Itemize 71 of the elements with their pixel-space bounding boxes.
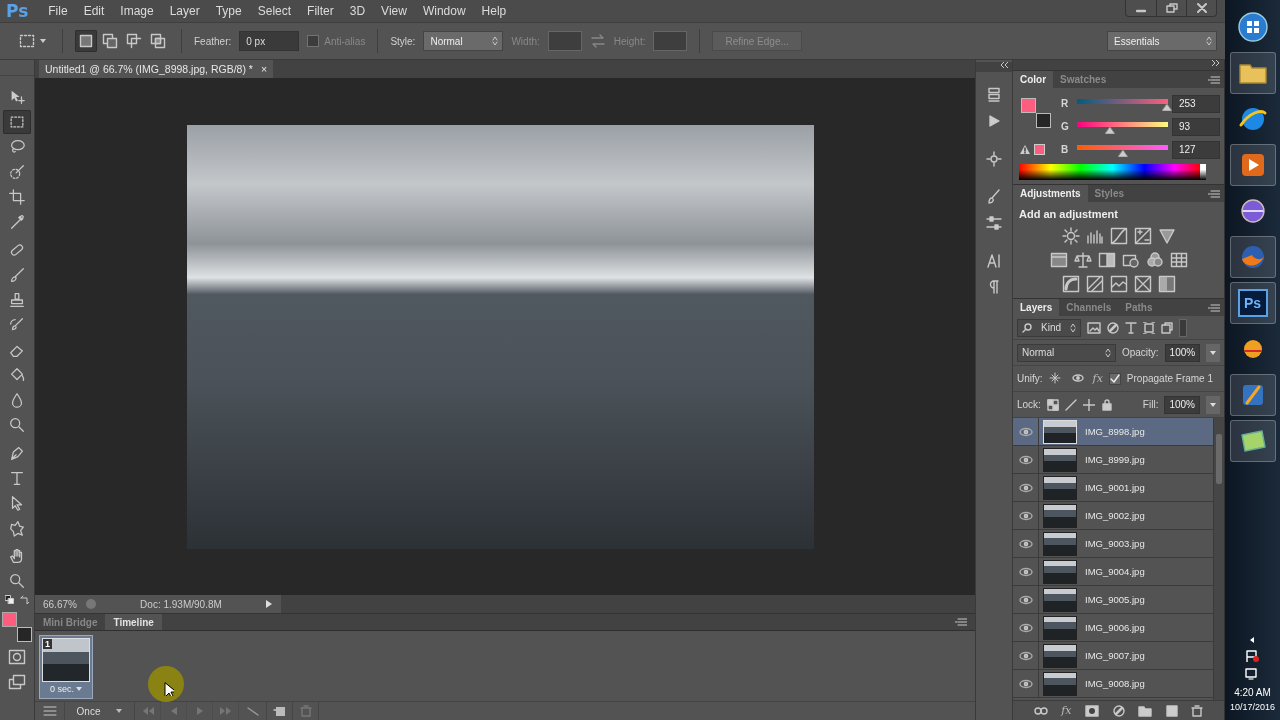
panel-heading: Add an adjustment	[1019, 208, 1119, 220]
layer-name: IMG_9003.jpg	[1085, 538, 1146, 549]
layer-name: IMG_8999.jpg	[1085, 454, 1146, 465]
fill-label: Fill:	[1142, 399, 1159, 410]
layer-style-button[interactable]: fx	[1061, 704, 1072, 717]
channel-label: G	[1061, 121, 1070, 132]
loop-dropdown[interactable]: Once	[65, 701, 135, 720]
lock-label: Lock:	[1017, 399, 1041, 410]
taskbar-app-label: Ps	[1237, 289, 1268, 317]
app-logo: Ps	[6, 1, 29, 21]
channel-label: B	[1061, 144, 1070, 155]
panel-tab[interactable]: Color	[1013, 71, 1054, 88]
menu-item[interactable]: Image	[112, 0, 162, 22]
menu-item[interactable]: Window	[414, 0, 474, 22]
unify-label: Unify:	[1017, 373, 1043, 384]
blend-mode-dropdown[interactable]: Normal	[1017, 343, 1116, 362]
panel-tab[interactable]: Layers	[1013, 299, 1060, 316]
channel-value-field[interactable]: 253	[1172, 94, 1220, 113]
document-tab-title[interactable]: Untitled1 @ 66.7% (IMG_8998.jpg, RGB/8) *	[45, 63, 253, 75]
opacity-field[interactable]: 100%	[1164, 343, 1201, 362]
propagate-label: Propagate Frame 1	[1126, 373, 1213, 384]
feather-label: Feather:	[194, 35, 232, 47]
fill-field[interactable]: 100%	[1164, 395, 1200, 414]
menu-item[interactable]: View	[373, 0, 415, 22]
frame-delay-dropdown[interactable]: 0 sec.	[50, 684, 82, 694]
layer-row[interactable]: IMG_8999.jpg	[1013, 446, 1213, 474]
opacity-label: Opacity:	[1121, 347, 1159, 358]
style-dropdown[interactable]: Normal	[423, 31, 504, 51]
layer-row[interactable]: IMG_9005.jpg	[1013, 586, 1213, 614]
layer-row[interactable]: IMG_8998.jpg	[1013, 418, 1213, 446]
document-size-info: Doc: 1.93M/90.8M	[139, 598, 223, 610]
menu-item[interactable]: Select	[249, 0, 300, 22]
menu-item[interactable]: File	[40, 0, 76, 22]
layer-name: IMG_8998.jpg	[1085, 426, 1146, 437]
layer-row[interactable]: IMG_9006.jpg	[1013, 614, 1213, 642]
layer-name: IMG_9004.jpg	[1085, 566, 1146, 577]
unify-style-button[interactable]: fx	[1092, 372, 1103, 385]
panel-tab[interactable]: Timeline	[105, 614, 162, 630]
menu-item[interactable]: Edit	[75, 0, 113, 22]
layer-name: IMG_9005.jpg	[1085, 594, 1146, 605]
channel-label: R	[1061, 98, 1070, 109]
menu-item[interactable]: Layer	[161, 0, 208, 22]
layer-name: IMG_9001.jpg	[1085, 482, 1146, 493]
taskbar-button[interactable]: Ps	[1229, 282, 1276, 324]
layer-name: IMG_9008.jpg	[1085, 678, 1146, 689]
workspace-dropdown[interactable]: Essentials	[1107, 31, 1217, 51]
layer-row[interactable]: IMG_9004.jpg	[1013, 558, 1213, 586]
tab-close-button[interactable]: ×	[260, 63, 268, 75]
menu-item[interactable]: Type	[207, 0, 250, 22]
layer-row[interactable]: IMG_9003.jpg	[1013, 530, 1213, 558]
zoom-level: 66.67%	[43, 598, 77, 610]
layer-row[interactable]: IMG_9007.jpg	[1013, 642, 1213, 670]
style-label: Style:	[390, 35, 416, 47]
channel-value-field[interactable]: 127	[1172, 140, 1220, 159]
clock-time[interactable]: 4:20 AM	[1229, 686, 1275, 700]
channel-value-field[interactable]: 93	[1172, 117, 1220, 136]
layer-row[interactable]: IMG_9001.jpg	[1013, 474, 1213, 502]
layer-name: IMG_9002.jpg	[1085, 510, 1146, 521]
menu-item[interactable]: Filter	[299, 0, 342, 22]
menu-item[interactable]: Help	[473, 0, 515, 22]
feather-field[interactable]: 0 px	[239, 31, 300, 51]
layer-row[interactable]: IMG_9008.jpg	[1013, 670, 1213, 698]
frame-number: 1	[43, 639, 52, 649]
menu-item[interactable]: 3D	[341, 0, 374, 22]
panel-tab[interactable]: Adjustments	[1013, 185, 1088, 202]
layer-name: IMG_9007.jpg	[1085, 650, 1146, 661]
clock-date[interactable]: 10/17/2016	[1229, 700, 1275, 714]
layer-row[interactable]: IMG_9002.jpg	[1013, 502, 1213, 530]
animation-frame[interactable]: 1 0 sec.	[39, 635, 93, 699]
layer-name: IMG_9006.jpg	[1085, 622, 1146, 633]
filter-kind-dropdown[interactable]: Kind	[1017, 318, 1081, 337]
